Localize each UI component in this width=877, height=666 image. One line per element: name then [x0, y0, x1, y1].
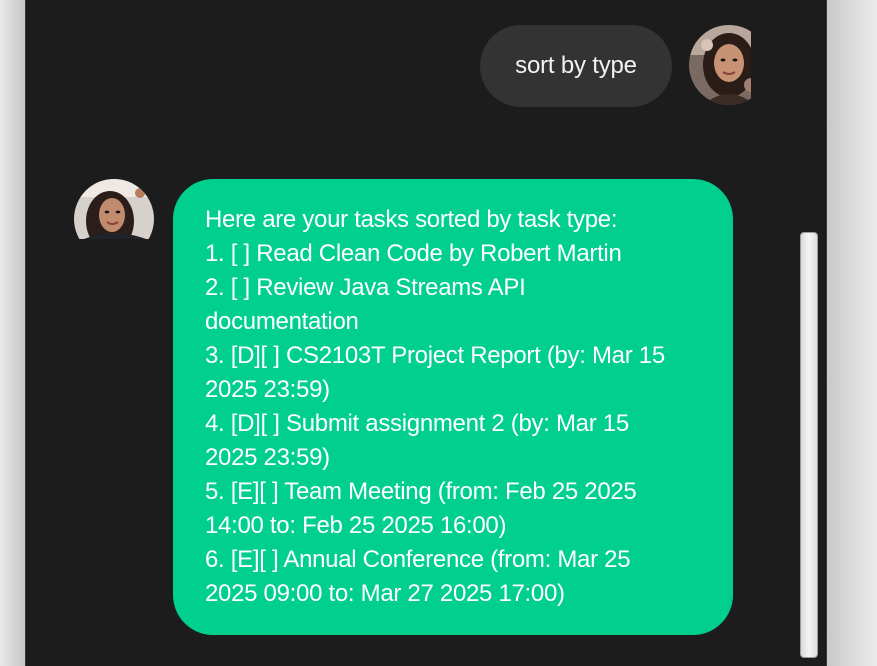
bot-message-line: 5. [E][ ] Team Meeting (from: Feb 25 202…	[205, 478, 637, 505]
bot-avatar	[74, 179, 156, 239]
user-avatar	[689, 25, 751, 105]
window-shadow-right	[827, 0, 877, 666]
bot-avatar-icon	[74, 179, 154, 239]
chat-window: sort by type Here are your tasks sorted …	[25, 0, 827, 666]
bot-message-line: 2025 09:00 to: Mar 27 2025 17:00)	[205, 580, 565, 607]
bot-message-line: 3. [D][ ] CS2103T Project Report (by: Ma…	[205, 342, 665, 369]
bot-message-line: 6. [E][ ] Annual Conference (from: Mar 2…	[205, 546, 631, 573]
user-avatar-icon	[689, 25, 751, 105]
scrollbar-track[interactable]	[799, 0, 821, 666]
window-shadow-left	[0, 0, 25, 666]
user-message-text: sort by type	[515, 52, 637, 79]
bot-message-line: 1. [ ] Read Clean Code by Robert Martin	[205, 240, 622, 267]
bot-message-line: Here are your tasks sorted by task type:	[205, 206, 618, 233]
bot-message-line: 2. [ ] Review Java Streams API	[205, 274, 526, 301]
bot-message-line: documentation	[205, 308, 359, 335]
scrollbar-thumb[interactable]	[800, 232, 818, 658]
bot-message-line: 4. [D][ ] Submit assignment 2 (by: Mar 1…	[205, 410, 629, 437]
bot-message-line: 2025 23:59)	[205, 376, 330, 403]
bot-message-line: 2025 23:59)	[205, 444, 330, 471]
bot-message-line: 14:00 to: Feb 25 2025 16:00)	[205, 512, 507, 539]
bot-message-bubble: Here are your tasks sorted by task type:…	[173, 179, 733, 635]
user-message-bubble: sort by type	[480, 25, 672, 107]
